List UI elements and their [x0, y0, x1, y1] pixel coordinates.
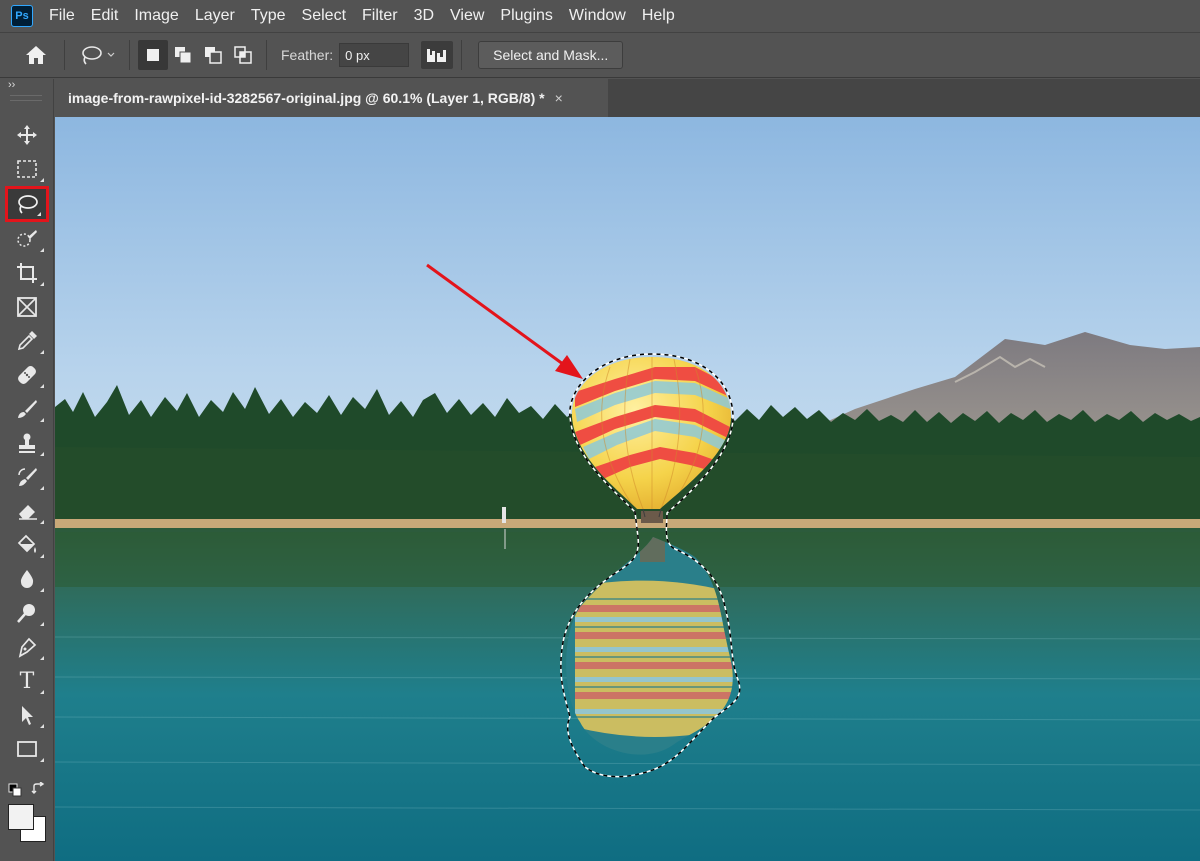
- swap-arrows-icon: [31, 781, 45, 794]
- arrow-cursor-icon: [22, 706, 33, 725]
- quick-selection-tool[interactable]: [5, 223, 49, 255]
- stamp-icon: [19, 433, 35, 453]
- crop-tool[interactable]: [5, 257, 49, 289]
- menu-type[interactable]: Type: [243, 0, 294, 32]
- brush-tool[interactable]: [5, 393, 49, 425]
- options-bar: Feather: Select and Mask...: [0, 32, 1200, 78]
- dodge-tool[interactable]: [5, 597, 49, 629]
- history-brush-icon: [18, 468, 37, 486]
- swap-colors-button[interactable]: [31, 781, 45, 801]
- divider: [64, 40, 65, 70]
- lasso-tool[interactable]: [5, 186, 49, 222]
- clone-stamp-tool[interactable]: [5, 427, 49, 459]
- menu-edit[interactable]: Edit: [83, 0, 127, 32]
- divider: [461, 40, 463, 70]
- photoshop-logo: Ps: [11, 5, 33, 27]
- add-to-selection-icon: [175, 47, 192, 64]
- menu-view[interactable]: View: [442, 0, 492, 32]
- lasso-icon: [18, 195, 38, 214]
- move-tool[interactable]: [5, 119, 49, 151]
- quick-selection-icon: [17, 230, 37, 247]
- home-icon: [26, 46, 46, 64]
- bandage-icon: [18, 366, 36, 384]
- menu-filter[interactable]: Filter: [354, 0, 406, 32]
- rectangular-marquee-icon: [17, 160, 37, 178]
- menu-select[interactable]: Select: [294, 0, 354, 32]
- frame-icon: [17, 297, 37, 317]
- feather-label: Feather:: [281, 47, 334, 63]
- menu-3d[interactable]: 3D: [406, 0, 442, 32]
- chevron-down-icon: [107, 52, 115, 57]
- select-and-mask-button[interactable]: Select and Mask...: [478, 41, 624, 69]
- canvas-image: [55, 117, 1200, 861]
- default-colors-icon: [8, 783, 22, 797]
- frame-tool[interactable]: [5, 291, 49, 323]
- brush-icon: [18, 400, 37, 418]
- subtract-selection-icon: [205, 47, 222, 64]
- close-tab-icon[interactable]: ×: [555, 90, 563, 106]
- paint-bucket-icon: [17, 534, 36, 553]
- new-selection-button[interactable]: [138, 40, 168, 70]
- document-canvas[interactable]: [55, 117, 1200, 861]
- pen-icon: [18, 637, 37, 658]
- menu-file[interactable]: File: [41, 0, 83, 32]
- new-selection-icon: [147, 49, 159, 61]
- paint-bucket-tool[interactable]: [5, 529, 49, 561]
- intersect-selection-button[interactable]: [228, 40, 258, 70]
- document-tab-bar: image-from-rawpixel-id-3282567-original.…: [55, 79, 1200, 117]
- dodge-icon: [17, 604, 35, 623]
- history-brush-tool[interactable]: [5, 461, 49, 493]
- add-to-selection-button[interactable]: [168, 40, 198, 70]
- menu-layer[interactable]: Layer: [187, 0, 243, 32]
- healing-brush-tool[interactable]: [5, 359, 49, 391]
- rectangle-icon: [17, 741, 37, 757]
- subtract-from-selection-button[interactable]: [198, 40, 228, 70]
- document-tab-title: image-from-rawpixel-id-3282567-original.…: [68, 90, 545, 106]
- eraser-tool[interactable]: [5, 495, 49, 527]
- eyedropper-tool[interactable]: [5, 325, 49, 357]
- blur-tool[interactable]: [5, 563, 49, 595]
- menu-bar: Ps File Edit Image Layer Type Select Fil…: [0, 0, 1200, 32]
- toolbar-grip[interactable]: [10, 95, 42, 101]
- menu-image[interactable]: Image: [126, 0, 186, 32]
- crop-icon: [17, 263, 37, 283]
- divider: [266, 40, 267, 70]
- intersect-selection-icon: [234, 46, 252, 64]
- marquee-tool[interactable]: [5, 153, 49, 185]
- type-tool[interactable]: T: [5, 665, 49, 697]
- tool-preset-picker[interactable]: [73, 38, 121, 72]
- menu-window[interactable]: Window: [561, 0, 634, 32]
- menu-plugins[interactable]: Plugins: [492, 0, 560, 32]
- eyedropper-icon: [17, 331, 37, 351]
- eraser-icon: [19, 505, 37, 520]
- drop-icon: [20, 570, 34, 588]
- home-button[interactable]: [16, 38, 56, 72]
- anti-alias-icon: [427, 49, 447, 62]
- lasso-icon: [82, 46, 102, 65]
- foreground-color-swatch[interactable]: [8, 804, 34, 830]
- menu-help[interactable]: Help: [634, 0, 683, 32]
- type-icon: T: [19, 668, 35, 694]
- default-colors-button[interactable]: [8, 783, 22, 802]
- path-selection-tool[interactable]: [5, 699, 49, 731]
- collapse-toolbar-icon[interactable]: ››: [8, 79, 15, 91]
- move-icon: [17, 125, 37, 145]
- rectangle-tool[interactable]: [5, 733, 49, 765]
- divider: [129, 40, 130, 70]
- pen-tool[interactable]: [5, 631, 49, 663]
- feather-input[interactable]: [339, 43, 410, 67]
- anti-alias-button[interactable]: [421, 41, 454, 69]
- document-tab[interactable]: image-from-rawpixel-id-3282567-original.…: [55, 79, 608, 117]
- tools-panel: ›› T: [0, 79, 54, 861]
